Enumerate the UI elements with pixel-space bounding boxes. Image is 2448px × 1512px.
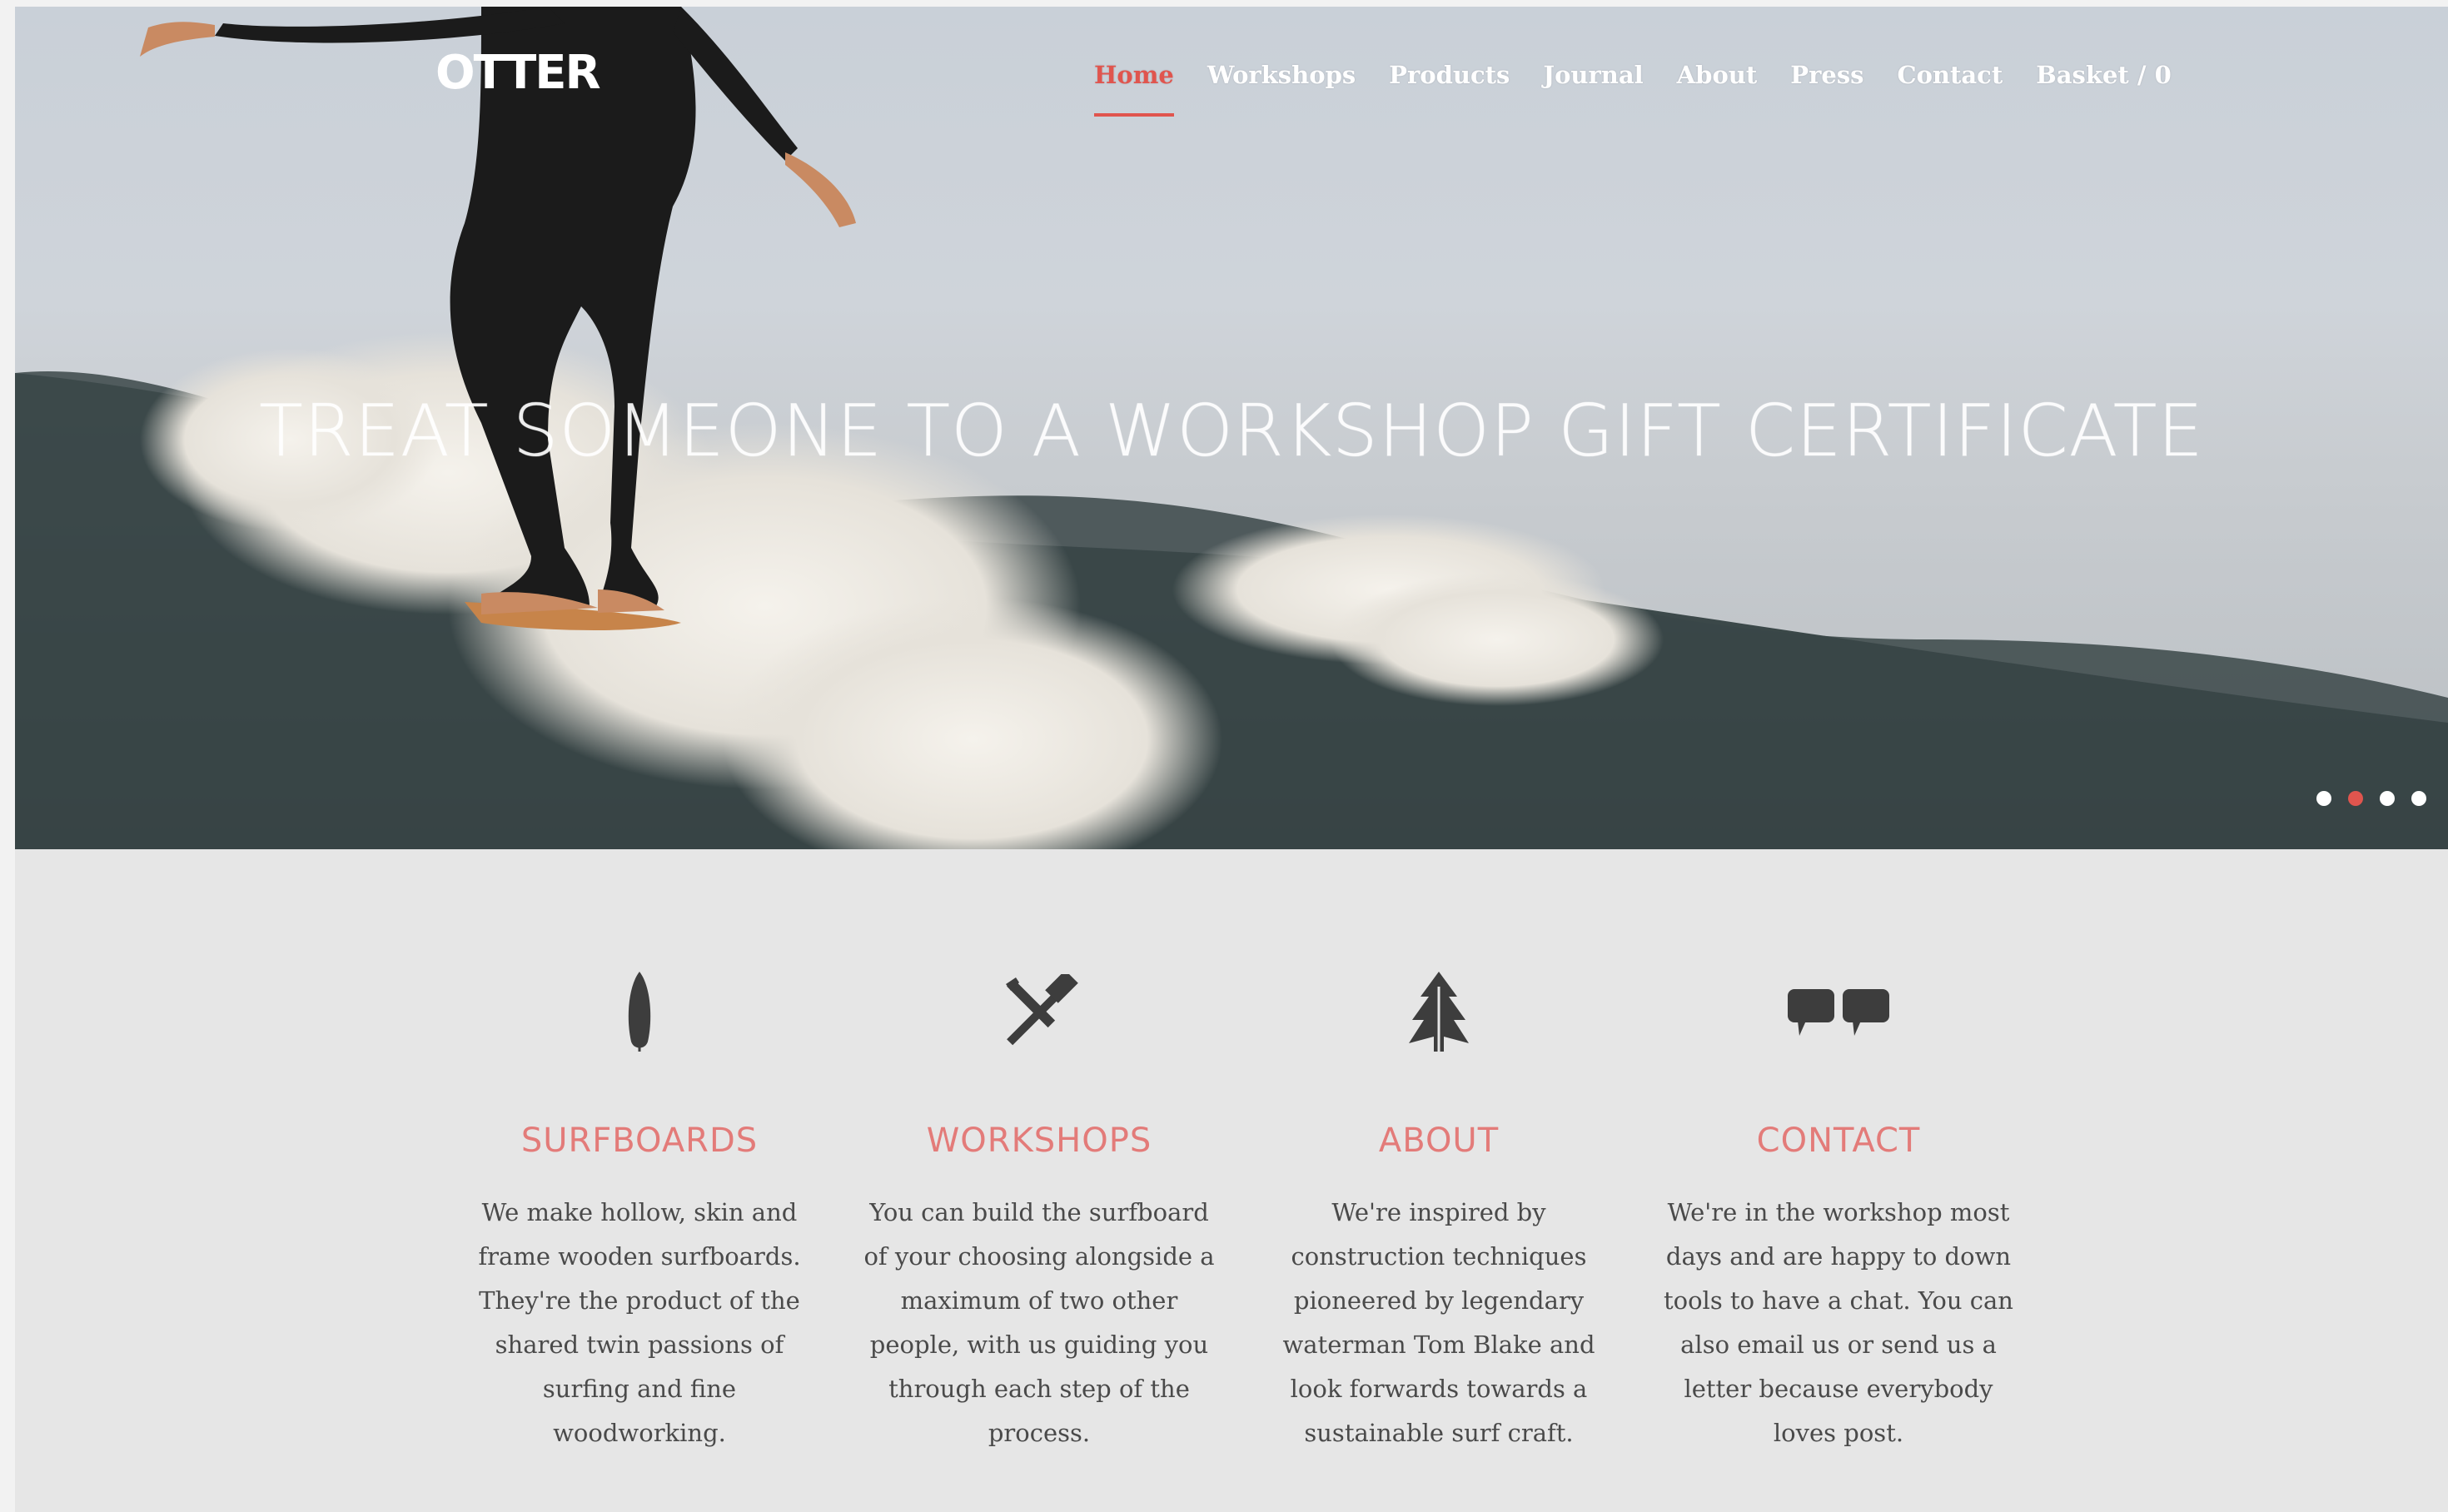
window-left-edge xyxy=(0,0,15,1512)
feature-workshops: WORKSHOPS You can build the surfboard of… xyxy=(839,957,1239,1455)
tree-icon[interactable] xyxy=(1239,957,1639,1066)
feature-contact: CONTACT We're in the workshop most days … xyxy=(1639,957,2038,1455)
nav-item-press[interactable]: Press xyxy=(1790,50,1863,117)
nav-item-workshops[interactable]: Workshops xyxy=(1207,50,1356,117)
feature-text: We're inspired by construction technique… xyxy=(1282,1198,1595,1447)
features-section: SURFBOARDS We make hollow, skin and fram… xyxy=(440,957,2038,1455)
hero-slider: OTTER Home Workshops Products Journal Ab… xyxy=(15,7,2448,849)
nav-item-contact[interactable]: Contact xyxy=(1897,50,2003,117)
nav-item-products[interactable]: Products xyxy=(1389,50,1510,117)
nav-item-about[interactable]: About xyxy=(1677,50,1758,117)
surfboard-icon[interactable] xyxy=(440,957,839,1066)
hero-headline[interactable]: TREAT SOMEONE TO A WORKSHOP GIFT CERTIFI… xyxy=(15,385,2448,477)
feature-title[interactable]: SURFBOARDS xyxy=(440,1116,839,1166)
slider-dot-2[interactable] xyxy=(2348,791,2363,806)
slider-dot-1[interactable] xyxy=(2316,791,2331,806)
feature-text: We make hollow, skin and frame wooden su… xyxy=(478,1198,801,1447)
nav-item-journal[interactable]: Journal xyxy=(1543,50,1643,117)
slider-dot-3[interactable] xyxy=(2380,791,2395,806)
feature-title[interactable]: CONTACT xyxy=(1639,1116,2038,1166)
slider-dot-4[interactable] xyxy=(2411,791,2426,806)
window-top-edge xyxy=(0,0,2448,7)
feature-text: You can build the surfboard of your choo… xyxy=(863,1198,1215,1447)
speech-bubbles-icon[interactable] xyxy=(1639,957,2038,1066)
feature-about: ABOUT We're inspired by construction tec… xyxy=(1239,957,1639,1455)
feature-title[interactable]: WORKSHOPS xyxy=(839,1116,1239,1166)
slider-dots xyxy=(2316,791,2426,806)
logo[interactable]: OTTER xyxy=(435,40,601,107)
tools-icon[interactable] xyxy=(839,957,1239,1066)
feature-text: We're in the workshop most days and are … xyxy=(1663,1198,2013,1447)
main-nav: Home Workshops Products Journal About Pr… xyxy=(1094,50,2205,117)
feature-title[interactable]: ABOUT xyxy=(1239,1116,1639,1166)
nav-item-home[interactable]: Home xyxy=(1094,50,1174,117)
nav-item-basket[interactable]: Basket / 0 xyxy=(2036,50,2172,117)
feature-surfboards: SURFBOARDS We make hollow, skin and fram… xyxy=(440,957,839,1455)
